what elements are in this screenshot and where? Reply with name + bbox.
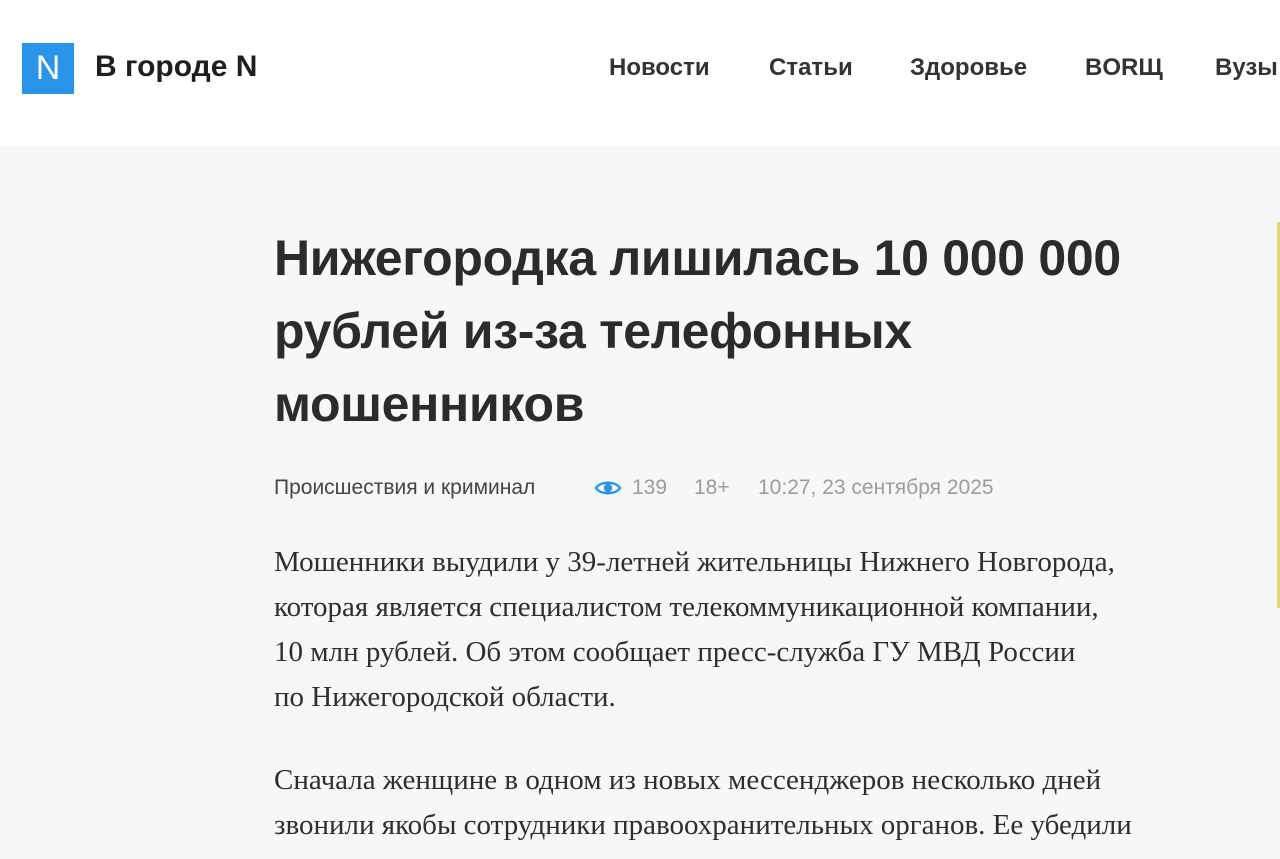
publish-datetime: 10:27, 23 сентября 2025 bbox=[758, 476, 994, 499]
main-nav: Новости Статьи Здоровье BORЩ Вузы bbox=[0, 52, 1280, 84]
category-link[interactable]: Происшествия и криминал bbox=[274, 473, 535, 503]
paragraph-line: 10 млн рублей. Об этом сообщает пресс-сл… bbox=[274, 636, 1076, 668]
nav-item-articles[interactable]: Статьи bbox=[769, 52, 853, 84]
age-rating-badge: 18+ bbox=[694, 476, 730, 499]
view-count: 139 bbox=[632, 476, 668, 499]
paragraph-line: которая является специалистом телекоммун… bbox=[274, 591, 1099, 623]
paragraph-line: звонили якобы сотрудники правоохранитель… bbox=[274, 809, 1132, 841]
paragraph-line: Мошенники выудили у 39-летней жительницы… bbox=[274, 546, 1115, 578]
nav-item-universities[interactable]: Вузы bbox=[1215, 52, 1278, 84]
article-title: Нижегородка лишилась 10 000 000 рублей и… bbox=[274, 230, 1121, 432]
article-paragraph: Сначала женщине в одном из новых мессенд… bbox=[274, 758, 1234, 848]
nav-item-health[interactable]: Здоровье bbox=[910, 52, 1027, 84]
article-paragraph: Мошенники выудили у 39-летней жительницы… bbox=[274, 540, 1234, 720]
nav-item-news[interactable]: Новости bbox=[609, 52, 710, 84]
eye-icon bbox=[594, 477, 622, 499]
nav-item-borsch[interactable]: BORЩ bbox=[1085, 52, 1163, 84]
site-header: N В городе N Новости Статьи Здоровье BOR… bbox=[0, 0, 1280, 146]
paragraph-line: Сначала женщине в одном из новых мессенд… bbox=[274, 764, 1102, 796]
paragraph-line: по Нижегородской области. bbox=[274, 681, 616, 713]
